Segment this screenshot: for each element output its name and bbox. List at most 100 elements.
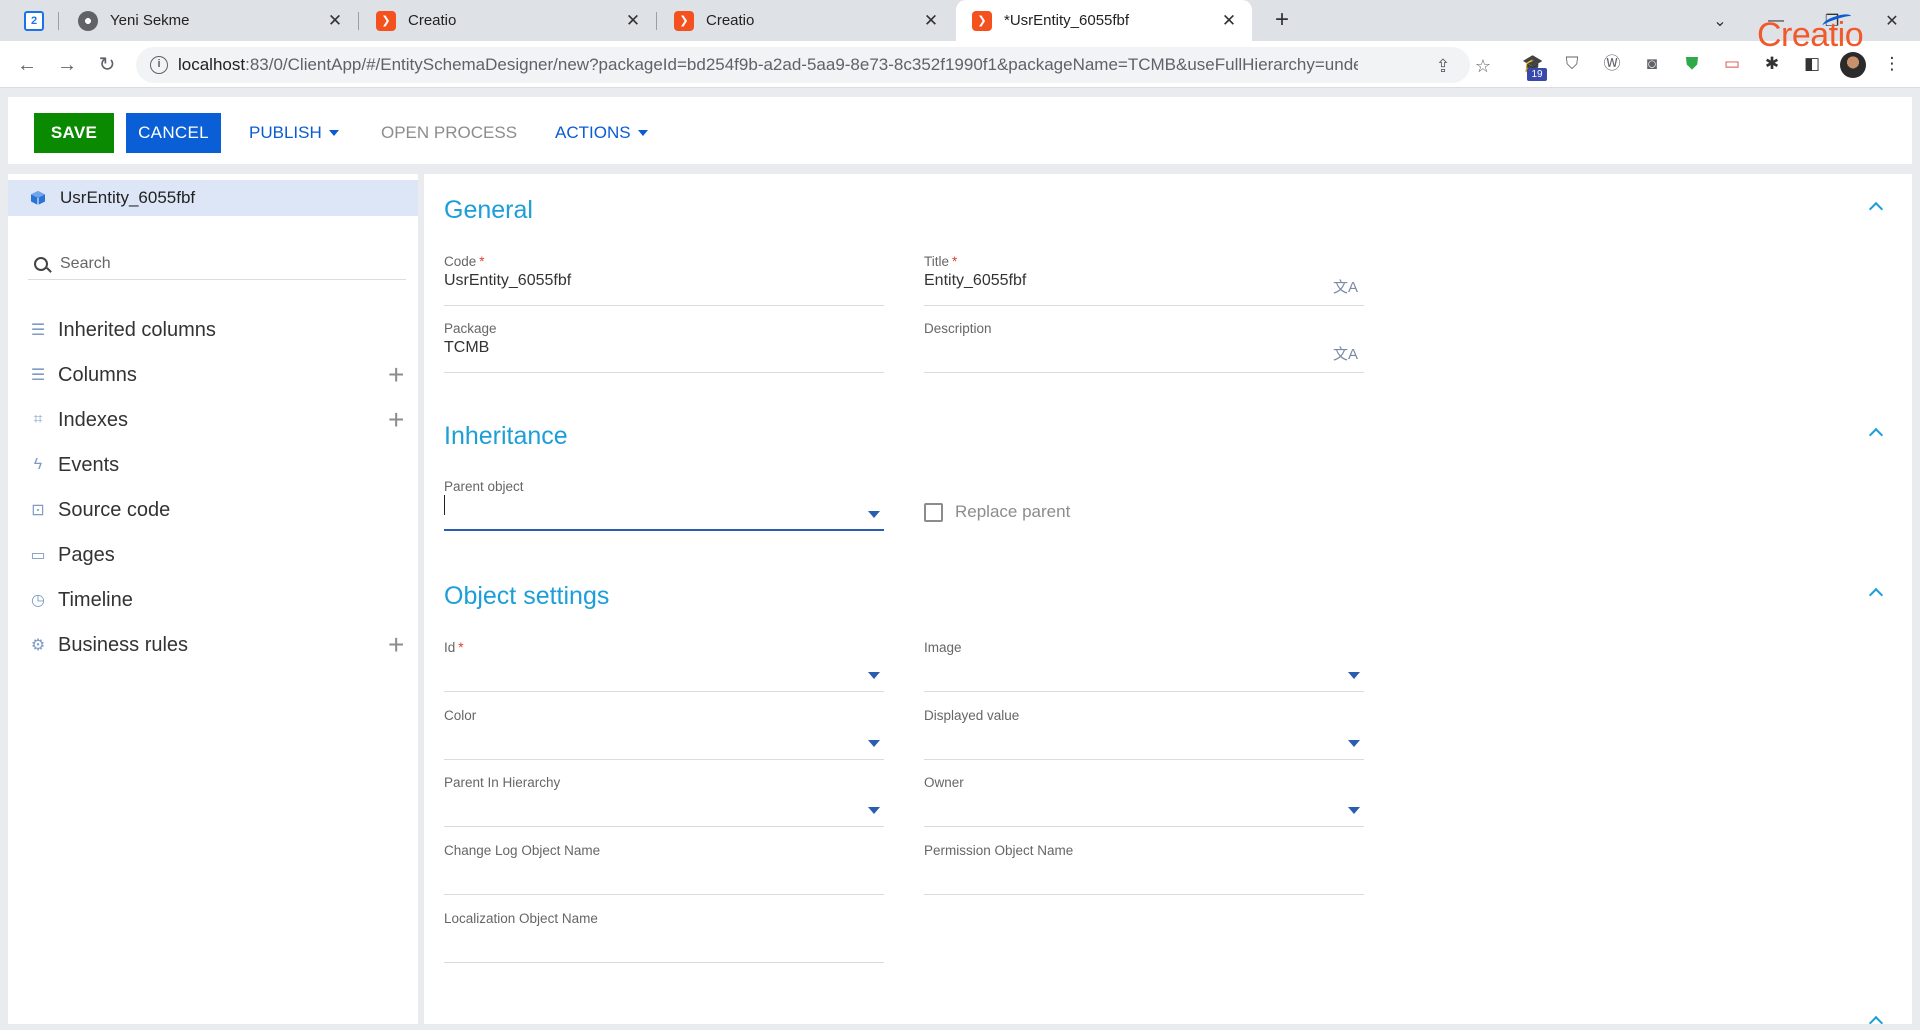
caret-down-icon xyxy=(328,130,339,136)
dropdown-arrow-icon[interactable] xyxy=(1348,807,1360,814)
code-field[interactable]: Code * UsrEntity_6055fbf xyxy=(444,254,884,306)
new-tab-plus-icon[interactable]: + xyxy=(1268,6,1296,34)
package-value: TCMB xyxy=(444,339,490,356)
sidebar-item-label: Inherited columns xyxy=(58,318,216,341)
puzzle-icon[interactable]: ✱ xyxy=(1760,52,1784,76)
lightning-icon: ϟ xyxy=(33,456,43,473)
sidebar-item-label: Events xyxy=(58,453,120,476)
camera-icon[interactable]: ◙ xyxy=(1640,52,1664,76)
tab-search-chevron-icon[interactable]: ⌄ xyxy=(1692,0,1748,41)
add-rule-plus-icon[interactable]: + xyxy=(388,631,404,659)
kebab-menu-icon[interactable]: ⋮ xyxy=(1880,52,1904,76)
localization-label: Localization Object Name xyxy=(444,911,598,926)
tab-usr-entity[interactable]: ❯ *UsrEntity_6055fbf ✕ xyxy=(956,0,1252,41)
reload-icon[interactable]: ↻ xyxy=(92,50,122,80)
change-log-field[interactable]: Change Log Object Name xyxy=(444,843,884,895)
dropdown-arrow-icon[interactable] xyxy=(868,807,880,814)
site-info-icon[interactable]: i xyxy=(150,56,168,74)
id-dropdown[interactable]: Id * xyxy=(444,640,884,692)
translate-icon[interactable]: 文A xyxy=(1333,343,1358,364)
image-dropdown[interactable]: Image xyxy=(924,640,1364,692)
code-icon: ⊡ xyxy=(31,502,45,519)
sidebar-item-inherited-columns[interactable]: ☰ Inherited columns xyxy=(28,312,418,348)
save-button[interactable]: SAVE xyxy=(34,113,114,153)
dropdown-arrow-icon[interactable] xyxy=(868,740,880,747)
open-process-button[interactable]: OPEN PROCESS xyxy=(381,123,517,143)
tab-new-tab[interactable]: Yeni Sekme ✕ xyxy=(62,0,358,41)
sidebar-item-columns[interactable]: ☰ Columns + xyxy=(28,357,418,393)
publish-menu[interactable]: PUBLISH xyxy=(249,123,339,143)
sidebar-item-indexes[interactable]: ⌗ Indexes + xyxy=(28,402,418,438)
tab-title: *UsrEntity_6055fbf xyxy=(1004,12,1130,29)
localization-field[interactable]: Localization Object Name xyxy=(444,911,884,963)
dropdown-arrow-icon[interactable] xyxy=(868,511,880,518)
address-toolbar: ← → ↻ i localhost:83/0/ClientApp/#/Entit… xyxy=(0,41,1920,88)
collapse-chevron-icon[interactable] xyxy=(1869,586,1883,600)
parent-hierarchy-dropdown[interactable]: Parent In Hierarchy xyxy=(444,775,884,827)
actions-menu[interactable]: ACTIONS xyxy=(555,123,648,143)
columns-icon: ☰ xyxy=(30,322,46,339)
entity-root-item[interactable]: UsrEntity_6055fbf xyxy=(8,180,418,216)
calendar-icon[interactable]: 2 xyxy=(24,11,44,31)
tab-creatio-2[interactable]: ❯ Creatio ✕ xyxy=(658,0,954,41)
permission-label: Permission Object Name xyxy=(924,843,1074,858)
replace-parent-option[interactable]: Replace parent xyxy=(924,502,1070,522)
dropdown-arrow-icon[interactable] xyxy=(1348,672,1360,679)
dropdown-arrow-icon[interactable] xyxy=(1348,740,1360,747)
tab-title: Yeni Sekme xyxy=(110,12,190,29)
share-icon[interactable]: ⇪ xyxy=(1432,55,1454,77)
sidebar-item-source-code[interactable]: ⊡ Source code xyxy=(28,492,418,528)
ticket-icon[interactable]: ▭ xyxy=(1720,52,1744,76)
collapse-chevron-icon[interactable] xyxy=(1869,1014,1883,1024)
tab-title: Creatio xyxy=(408,12,457,29)
tab-creatio-1[interactable]: ❯ Creatio ✕ xyxy=(360,0,656,41)
close-icon[interactable]: ✕ xyxy=(1220,11,1238,31)
search-input[interactable] xyxy=(60,254,380,273)
bookmark-star-icon[interactable]: ☆ xyxy=(1472,55,1494,77)
timeline-icon: ◷ xyxy=(31,592,45,609)
back-icon[interactable]: ← xyxy=(12,50,42,80)
owner-dropdown[interactable]: Owner xyxy=(924,775,1364,827)
description-field[interactable]: Description 文A xyxy=(924,321,1364,373)
add-index-plus-icon[interactable]: + xyxy=(388,406,404,434)
search-box xyxy=(28,248,406,280)
chrome-icon xyxy=(78,10,98,31)
displayed-value-dropdown[interactable]: Displayed value xyxy=(924,708,1364,760)
package-field[interactable]: Package TCMB xyxy=(444,321,884,373)
package-label: Package xyxy=(444,321,497,336)
close-icon[interactable]: ✕ xyxy=(922,11,940,31)
shield-icon[interactable]: ⛉ xyxy=(1560,52,1584,76)
color-label: Color xyxy=(444,708,477,723)
window-close-icon[interactable]: ✕ xyxy=(1864,0,1920,41)
forward-icon[interactable]: → xyxy=(52,50,82,80)
url-path: :83/0/ClientApp/#/EntitySchemaDesigner/n… xyxy=(245,55,1358,74)
url-bar[interactable]: i localhost:83/0/ClientApp/#/EntitySchem… xyxy=(136,47,1491,83)
sidebar-item-label: Columns xyxy=(58,363,137,386)
dropdown-arrow-icon[interactable] xyxy=(868,672,880,679)
creatio-icon: ❯ xyxy=(376,10,396,31)
add-column-plus-icon[interactable]: + xyxy=(388,361,404,389)
permission-field[interactable]: Permission Object Name xyxy=(924,843,1364,895)
collapse-chevron-icon[interactable] xyxy=(1869,200,1883,214)
tab-title: Creatio xyxy=(706,12,755,29)
sidebar-item-events[interactable]: ϟ Events xyxy=(28,447,418,483)
security-shield-icon[interactable]: ⛊ xyxy=(1680,52,1704,76)
collapse-chevron-icon[interactable] xyxy=(1869,426,1883,440)
browser-tab-bar: 2 Yeni Sekme ✕ ❯ Creatio ✕ ❯ Creatio ✕ ❯… xyxy=(0,0,1920,41)
wordpress-icon[interactable]: Ⓦ xyxy=(1600,52,1624,76)
close-icon[interactable]: ✕ xyxy=(326,11,344,31)
sidebar-item-timeline[interactable]: ◷ Timeline xyxy=(28,582,418,618)
replace-parent-checkbox[interactable] xyxy=(924,502,943,522)
title-field[interactable]: Title * Entity_6055fbf 文A xyxy=(924,254,1364,306)
close-icon[interactable]: ✕ xyxy=(624,11,642,31)
sidebar-item-pages[interactable]: ▭ Pages xyxy=(28,537,418,573)
color-dropdown[interactable]: Color xyxy=(444,708,884,760)
translate-icon[interactable]: 文A xyxy=(1333,276,1358,297)
url-text[interactable]: localhost:83/0/ClientApp/#/EntitySchemaD… xyxy=(178,55,1358,75)
tab-separator xyxy=(656,12,657,30)
sidebar-item-business-rules[interactable]: ⚙ Business rules + xyxy=(28,627,418,663)
parent-object-dropdown[interactable]: Parent object xyxy=(444,479,884,531)
avatar[interactable] xyxy=(1840,52,1866,78)
sidepanel-icon[interactable]: ◧ xyxy=(1800,52,1824,76)
cancel-button[interactable]: CANCEL xyxy=(126,113,221,153)
